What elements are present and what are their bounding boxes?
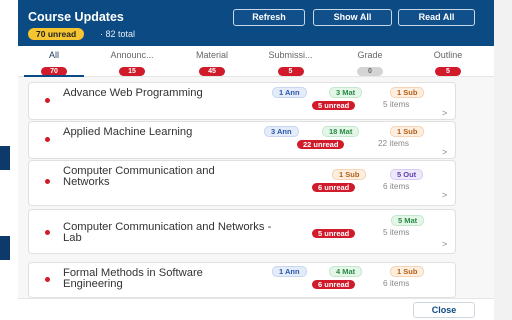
unread-count-badge: 5 unread: [312, 229, 356, 238]
item-count: 6 items: [383, 182, 410, 191]
chevron-right-icon: >: [442, 108, 448, 118]
total-count: · 82 total: [100, 29, 136, 39]
tab-grade[interactable]: Grade 0: [336, 46, 404, 76]
close-button[interactable]: Close: [413, 302, 475, 318]
chevron-right-icon: >: [442, 239, 448, 249]
unread-count-badge: 5 unread: [312, 101, 356, 110]
course-name: Applied Machine Learning: [63, 126, 193, 138]
tab-announcements[interactable]: Announc... 15: [93, 46, 171, 76]
item-count: 5 items: [383, 228, 410, 237]
panel-header: Course Updates Refresh Show All Read All…: [18, 0, 494, 46]
tab-count-badge: 45: [199, 67, 225, 76]
announcement-count-badge: 1 Ann: [272, 266, 307, 277]
tab-submissions[interactable]: Submissi... 5: [253, 46, 328, 76]
tab-label: All: [48, 50, 59, 60]
unread-dot-icon: [45, 137, 50, 142]
unread-count-pill: 70 unread: [28, 28, 85, 40]
submission-count-badge: 1 Sub: [332, 169, 367, 180]
unread-count-badge: 6 unread: [312, 183, 356, 192]
outline-count-badge: 5 Out: [390, 169, 424, 180]
tab-count-badge: 5: [435, 67, 461, 76]
course-list: Advance Web Programming 1 Ann 3 Mat 1 Su…: [18, 77, 494, 298]
unread-count-badge: 6 unread: [312, 280, 356, 289]
tab-count-badge: 5: [277, 67, 304, 76]
tab-count-badge: 0: [357, 67, 383, 76]
tab-label: Submissi...: [268, 50, 313, 60]
course-card-advance-web-programming[interactable]: Advance Web Programming 1 Ann 3 Mat 1 Su…: [28, 82, 456, 120]
unread-dot-icon: [45, 277, 50, 282]
panel-title: Course Updates: [28, 10, 124, 24]
announcement-count-badge: 3 Ann: [264, 126, 299, 137]
submission-count-badge: 1 Sub: [390, 87, 425, 98]
material-count-badge: 4 Mat: [329, 266, 363, 277]
tab-label: Outline: [433, 50, 463, 60]
show-all-button[interactable]: Show All: [313, 9, 392, 26]
unread-dot-icon: [45, 179, 50, 184]
submission-count-badge: 1 Sub: [390, 126, 425, 137]
tab-label: Material: [195, 50, 228, 60]
course-updates-panel: Course Updates Refresh Show All Read All…: [18, 0, 494, 320]
tab-label: Grade: [357, 50, 383, 60]
course-card-computer-communication-networks[interactable]: Computer Communication and Networks 1 Su…: [28, 160, 456, 206]
unread-dot-icon: [45, 98, 50, 103]
tab-count-badge: 70: [41, 67, 67, 76]
item-count: 6 items: [383, 279, 410, 288]
tab-count-badge: 15: [119, 67, 145, 76]
category-tabs: All 70 Announc... 15 Material 45 Submiss…: [18, 46, 494, 77]
tab-outline[interactable]: Outline 5: [413, 46, 483, 76]
read-all-button[interactable]: Read All: [398, 9, 475, 26]
submission-count-badge: 1 Sub: [390, 266, 425, 277]
unread-dot-icon: [45, 230, 50, 235]
background-page-right: [494, 0, 512, 320]
course-name: Formal Methods in Software Engineering: [63, 267, 203, 290]
unread-count-badge: 22 unread: [297, 140, 345, 149]
material-count-badge: 3 Mat: [329, 87, 363, 98]
background-stripe: [0, 146, 10, 170]
course-card-computer-communication-networks-lab[interactable]: Computer Communication and Networks - La…: [28, 209, 456, 254]
course-card-applied-machine-learning[interactable]: Applied Machine Learning 3 Ann 18 Mat 1 …: [28, 121, 456, 159]
refresh-button[interactable]: Refresh: [233, 9, 305, 26]
tab-label: Announc...: [110, 50, 154, 60]
course-name: Advance Web Programming: [63, 87, 203, 99]
course-name: Computer Communication and Networks: [63, 165, 215, 188]
tab-all[interactable]: All 70: [18, 46, 90, 77]
item-count: 22 items: [378, 139, 409, 148]
tab-material[interactable]: Material 45: [176, 46, 248, 76]
announcement-count-badge: 1 Ann: [272, 87, 307, 98]
background-stripe: [0, 236, 10, 260]
course-name: Computer Communication and Networks - La…: [63, 221, 272, 244]
material-count-badge: 5 Mat: [391, 215, 425, 226]
item-count: 5 items: [383, 100, 410, 109]
chevron-right-icon: >: [442, 190, 448, 200]
background-page-left: [0, 0, 18, 320]
course-card-formal-methods-software-engineering[interactable]: Formal Methods in Software Engineering 1…: [28, 262, 456, 298]
panel-footer: Close: [18, 298, 494, 320]
material-count-badge: 18 Mat: [322, 126, 360, 137]
chevron-right-icon: >: [442, 147, 448, 157]
